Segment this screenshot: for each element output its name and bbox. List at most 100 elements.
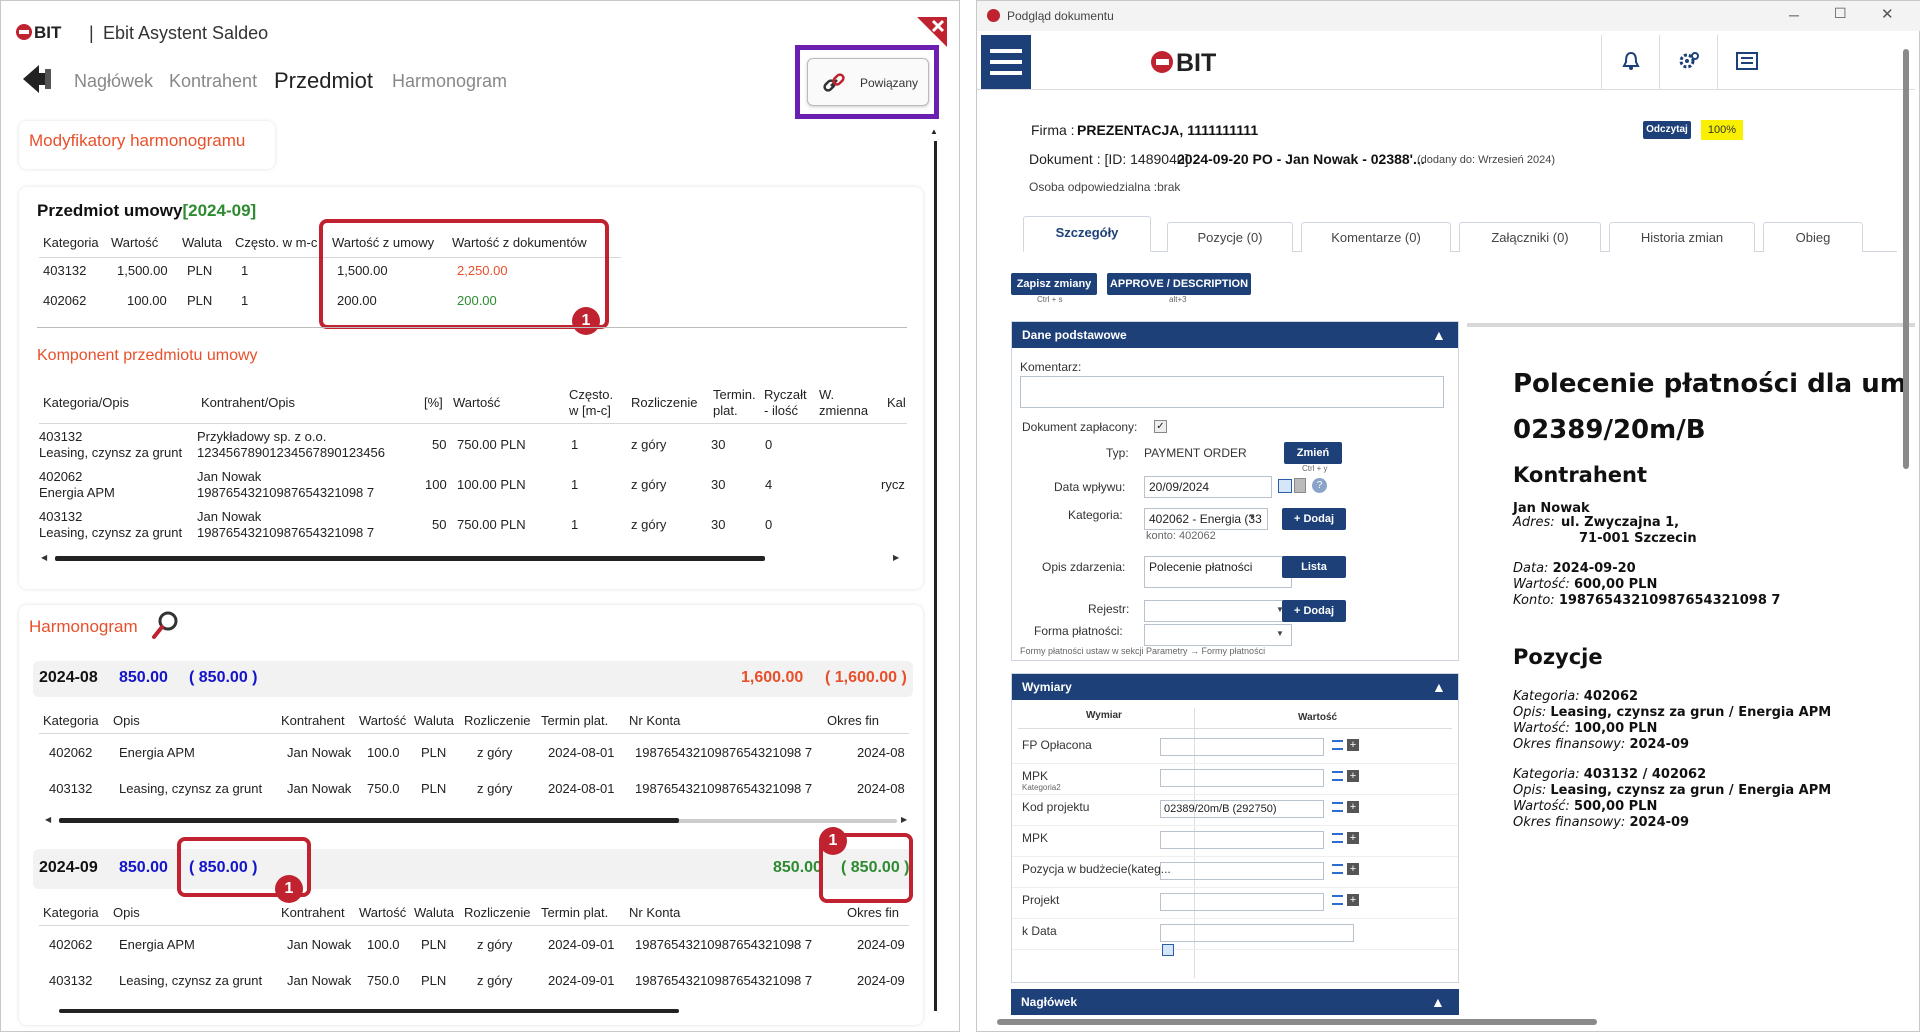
calendar-icon[interactable] xyxy=(1278,479,1292,493)
components-scroll-thumb[interactable] xyxy=(55,556,765,561)
components-scroll-right[interactable]: ▶ xyxy=(893,553,899,562)
event-description-field[interactable]: Polecenie płatności xyxy=(1144,556,1292,588)
approve-button[interactable]: APPROVE / DESCRIPTION xyxy=(1107,273,1251,295)
s1col-termin: Termin plat. xyxy=(541,713,609,728)
sched2-scroll-thumb[interactable] xyxy=(59,1009,679,1013)
comment-field[interactable] xyxy=(1020,376,1444,408)
list-icon[interactable] xyxy=(1332,833,1343,843)
dimension-value-input[interactable] xyxy=(1160,769,1324,787)
right-vertical-scrollbar[interactable] xyxy=(1903,49,1909,469)
calendar-icon[interactable] xyxy=(1162,944,1174,956)
dimension-value-input[interactable] xyxy=(1160,893,1324,911)
minimize-button[interactable]: ─ xyxy=(1789,7,1799,23)
add-category-button[interactable]: + Dodaj xyxy=(1282,508,1346,530)
subject-highlight xyxy=(319,219,609,329)
basic-panel-header[interactable]: Dane podstawowe xyxy=(1012,322,1458,348)
register-select[interactable] xyxy=(1144,600,1292,622)
s1r2-acct: 19876543210987654321098 7 xyxy=(635,781,813,796)
title-separator: | xyxy=(89,23,94,43)
list-icon[interactable] xyxy=(1332,771,1343,781)
date-input[interactable]: 20/09/2024 xyxy=(1144,476,1272,498)
plus-icon[interactable]: + xyxy=(1347,801,1359,813)
dimension-value-input[interactable] xyxy=(1160,862,1324,880)
modifiers-label[interactable]: Modyfikatory harmonogramu xyxy=(29,131,245,151)
s1r1-cur: PLN xyxy=(421,745,447,760)
list-button[interactable]: Lista xyxy=(1282,556,1346,578)
tab-zalaczniki[interactable]: Załączniki (0) xyxy=(1459,222,1601,252)
list-icon[interactable] xyxy=(1332,864,1343,874)
doc-amount: 600,00 PLN xyxy=(1573,577,1658,592)
components-scroll-left[interactable]: ◀ xyxy=(41,553,47,562)
dimension-value-input[interactable]: 02389/20m/B (292750) xyxy=(1160,800,1324,818)
doc-item2-okres-value: 2024-09 xyxy=(1629,815,1690,830)
plus-icon[interactable]: + xyxy=(1347,832,1359,844)
tab-obieg[interactable]: Obieg xyxy=(1763,222,1863,252)
linked-button-label: Powiązany xyxy=(860,76,919,90)
list-icon[interactable] xyxy=(1332,740,1343,750)
dimension-value-input[interactable] xyxy=(1160,831,1324,849)
list-icon[interactable] xyxy=(1332,802,1343,812)
read-button[interactable]: Odczytaj xyxy=(1643,121,1691,139)
back-arrow-icon[interactable] xyxy=(23,65,53,93)
period-1-header[interactable]: 2024-08 850.00 ( 850.00 ) 1,600.00 ( 1,6… xyxy=(33,661,913,697)
dimension-row: FP Opłacona + xyxy=(1012,734,1458,764)
tab-harmonogram[interactable]: Harmonogram xyxy=(392,71,507,92)
type-label: Typ: xyxy=(1106,446,1129,460)
period-2-header[interactable]: 2024-09 850.00 ( 850.00 ) 850.00 ( 850.0… xyxy=(33,849,913,889)
dimension-value-input[interactable] xyxy=(1160,738,1324,756)
tab-historia[interactable]: Historia zmian xyxy=(1609,222,1755,252)
plus-icon[interactable]: + xyxy=(1347,770,1359,782)
right-horizontal-scrollbar[interactable] xyxy=(997,1019,1597,1025)
period-2-v1: 850.00 xyxy=(119,859,168,876)
left-vertical-scrollbar[interactable] xyxy=(934,141,937,1011)
tab-kontrahent[interactable]: Kontrahent xyxy=(169,71,257,92)
crow2-desc: Energia APM xyxy=(39,485,115,500)
bell-icon[interactable] xyxy=(1601,35,1659,89)
tab-pozycje[interactable]: Pozycje (0) xyxy=(1167,222,1293,252)
dimensions-header[interactable]: Wymiary xyxy=(1012,674,1458,700)
document-view-icon[interactable] xyxy=(1717,35,1775,89)
save-button[interactable]: Zapisz zmiany xyxy=(1011,273,1097,295)
payment-form-select[interactable] xyxy=(1144,624,1292,646)
sched1-scroll-thumb[interactable] xyxy=(59,818,679,823)
list-icon[interactable] xyxy=(1332,895,1343,905)
close-corner-icon[interactable] xyxy=(917,17,947,47)
header-section[interactable]: Nagłówek xyxy=(1011,989,1459,1015)
sched1-scroll-left[interactable]: ◀ xyxy=(45,815,51,824)
modifiers-card[interactable]: Modyfikatory harmonogramu xyxy=(19,121,275,169)
settings-icon[interactable] xyxy=(1659,35,1717,89)
doc-item2-wart: Wartość: 500,00 PLN xyxy=(1513,799,1657,814)
change-type-button[interactable]: Zmień xyxy=(1284,442,1342,464)
basic-collapse-icon[interactable]: ▲ xyxy=(1432,327,1446,343)
add-register-button[interactable]: + Dodaj xyxy=(1282,600,1346,622)
header-section-collapse-icon[interactable]: ▲ xyxy=(1431,994,1445,1010)
maximize-button[interactable]: ☐ xyxy=(1834,5,1847,22)
dimension-value-input[interactable] xyxy=(1160,924,1354,942)
dimensions-collapse-icon[interactable]: ▲ xyxy=(1432,679,1446,695)
plus-icon[interactable]: + xyxy=(1347,739,1359,751)
plus-icon[interactable]: + xyxy=(1347,894,1359,906)
crow3-settle: z góry xyxy=(631,517,667,532)
tab-komentarze[interactable]: Komentarze (0) xyxy=(1301,222,1451,252)
date-spinner-icon[interactable] xyxy=(1294,478,1306,493)
left-scroll-up[interactable]: ▲ xyxy=(930,127,938,136)
sched1-scroll-right[interactable]: ▶ xyxy=(901,815,907,824)
tab-szczegoly[interactable]: Szczegóły xyxy=(1023,216,1151,252)
s1r2-term: 2024-08-01 xyxy=(548,781,615,796)
linked-button[interactable]: Powiązany xyxy=(807,58,929,106)
tab-naglowek[interactable]: Nagłówek xyxy=(74,71,153,92)
close-button[interactable]: ✕ xyxy=(1881,5,1894,23)
s2r1-acct: 19876543210987654321098 7 xyxy=(635,937,813,952)
menu-button[interactable] xyxy=(981,35,1031,89)
crow2-contr2: 19876543210987654321098 7 xyxy=(197,485,375,500)
help-icon[interactable]: ? xyxy=(1312,478,1327,493)
ccol-kategoria: Kategoria/Opis xyxy=(43,395,129,410)
category-dropdown-icon[interactable]: ▼ xyxy=(1248,512,1256,521)
paid-checkbox[interactable]: ✓ xyxy=(1154,420,1167,433)
zoom-indicator[interactable]: 100% xyxy=(1701,120,1743,140)
search-icon[interactable] xyxy=(149,609,181,641)
plus-icon[interactable]: + xyxy=(1347,863,1359,875)
tab-przedmiot[interactable]: Przedmiot xyxy=(274,68,373,94)
app-title: Ebit Asystent Saldeo xyxy=(103,23,269,43)
payment-form-dropdown-icon[interactable]: ▼ xyxy=(1276,629,1284,638)
